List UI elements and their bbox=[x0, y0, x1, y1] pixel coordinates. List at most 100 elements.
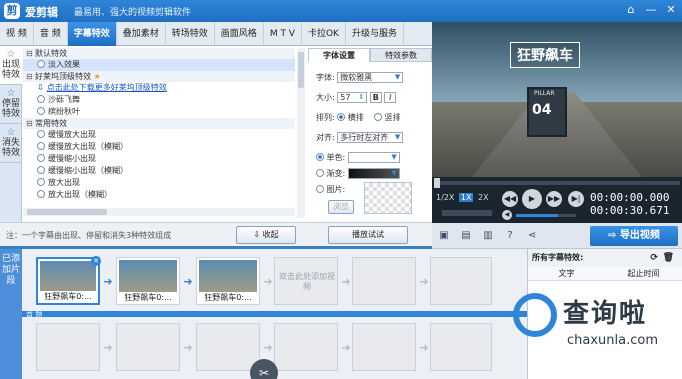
vertical-radio[interactable] bbox=[373, 113, 382, 121]
sign-label: PILLAR bbox=[534, 90, 555, 97]
star-icon: ★ bbox=[93, 72, 101, 81]
volume-fill bbox=[516, 214, 558, 217]
effects-hscrollbar[interactable] bbox=[23, 208, 295, 216]
list-item[interactable]: 缓慢缩小出现 bbox=[23, 153, 295, 165]
video-preview[interactable]: PILLAR 04 狂野飙车 bbox=[432, 22, 682, 177]
group-common[interactable]: ⊟ 常用特效 bbox=[23, 118, 295, 129]
list-item[interactable]: 放大出现 bbox=[23, 177, 295, 189]
empty-slot[interactable] bbox=[36, 323, 100, 371]
horizontal-radio[interactable] bbox=[337, 113, 346, 121]
minimize-icon[interactable]: — bbox=[642, 2, 660, 18]
chevron-down-icon: ▼ bbox=[391, 169, 397, 177]
close-icon[interactable]: ✕ bbox=[662, 2, 680, 18]
speed-normal[interactable]: 1X bbox=[458, 193, 474, 202]
folder-icon[interactable]: ▤ bbox=[460, 230, 472, 242]
rewind-button[interactable]: ◀◀ bbox=[502, 191, 518, 207]
image-radio[interactable] bbox=[316, 185, 324, 193]
audio-track[interactable] bbox=[22, 311, 527, 317]
scrollbar-thumb[interactable] bbox=[27, 209, 107, 215]
browse-button[interactable]: 浏览 bbox=[328, 200, 354, 214]
align-select[interactable]: 多行时左对齐 ▼ bbox=[337, 132, 404, 143]
font-select[interactable]: 微软雅黑 ▼ bbox=[337, 72, 404, 83]
tab-audio[interactable]: 音 频 bbox=[34, 22, 68, 46]
volume-slider[interactable] bbox=[516, 214, 576, 217]
vertical-label: 竖排 bbox=[384, 113, 401, 122]
effects-vscrollbar[interactable] bbox=[297, 48, 305, 218]
snapshot-icon[interactable]: ▣ bbox=[438, 230, 450, 242]
tab-overlay[interactable]: 叠加素材 bbox=[117, 22, 166, 46]
speed-double[interactable]: 2X bbox=[476, 193, 491, 202]
list-item[interactable]: 缓慢缩小出现（模糊） bbox=[23, 165, 295, 177]
export-video-button[interactable]: ⇨ 导出视频 bbox=[590, 226, 678, 246]
play-button[interactable]: ▶ bbox=[522, 189, 542, 209]
tab-font-settings[interactable]: 字体设置 bbox=[308, 48, 370, 62]
empty-slot[interactable] bbox=[352, 257, 416, 305]
speed-half[interactable]: 1/2X bbox=[434, 193, 456, 202]
frame-slider[interactable] bbox=[442, 210, 492, 216]
next-arrow-icon: ➜ bbox=[183, 275, 193, 288]
tab-upgrade[interactable]: 升级与服务 bbox=[346, 22, 404, 46]
tab-style[interactable]: 画面风格 bbox=[215, 22, 264, 46]
tab-video[interactable]: 视 频 bbox=[0, 22, 34, 46]
home-icon[interactable]: ⌂ bbox=[622, 2, 640, 18]
clip-slot[interactable]: 狂野飙车0:... bbox=[116, 257, 180, 305]
empty-slot[interactable]: 双击此处添加视频 bbox=[274, 257, 338, 305]
share-icon[interactable]: ⋖ bbox=[526, 230, 538, 242]
scrollbar-thumb[interactable] bbox=[298, 52, 304, 88]
forward-button[interactable]: ▶▶ bbox=[546, 191, 562, 207]
tab-disappear[interactable]: ☆ 消失特效 bbox=[0, 124, 22, 163]
clip-slot[interactable]: 狂野飙车0:... ✕ bbox=[36, 256, 101, 305]
align-label: 对齐: bbox=[316, 133, 335, 142]
tab-mtv[interactable]: M T V bbox=[264, 22, 302, 46]
preview-button[interactable]: 播放试试 bbox=[328, 226, 408, 244]
solid-color-radio[interactable] bbox=[316, 153, 324, 161]
solid-color-row: 单色: ▼ bbox=[316, 152, 400, 163]
list-item[interactable]: 缓慢放大出现（模糊） bbox=[23, 141, 295, 153]
help-icon[interactable]: ? bbox=[504, 230, 516, 242]
group-default[interactable]: ⊟ 默认特效 bbox=[23, 48, 295, 59]
effect-name: 沙砾飞舞 bbox=[48, 95, 80, 104]
list-item[interactable]: 淡入效果 bbox=[23, 59, 295, 71]
bold-button[interactable]: B bbox=[369, 92, 382, 103]
refresh-icon[interactable]: ⟳ bbox=[650, 249, 658, 267]
tab-effect-params[interactable]: 特效参数 bbox=[370, 48, 432, 62]
tab-appear[interactable]: ☆ 出现特效 bbox=[0, 46, 22, 85]
column-text: 文字 bbox=[558, 269, 575, 278]
trash-icon[interactable]: 🗑 bbox=[663, 249, 674, 267]
empty-slot[interactable] bbox=[116, 323, 180, 371]
empty-slot[interactable] bbox=[352, 323, 416, 371]
clip-thumbnail bbox=[119, 260, 177, 292]
volume-icon[interactable]: ◀ bbox=[502, 210, 512, 220]
size-stepper[interactable]: 57 ⇕ bbox=[337, 92, 368, 103]
list-item[interactable]: 放大出现（模糊） bbox=[23, 189, 295, 201]
empty-slot[interactable] bbox=[430, 257, 492, 305]
scissors-icon[interactable]: ✂ bbox=[250, 359, 278, 379]
group-hollywood[interactable]: ⊟ 好莱坞顶级特效 ★ bbox=[23, 71, 295, 82]
empty-slot[interactable] bbox=[430, 323, 492, 371]
player-controls: 1/2X 1X 2X ◀◀ ▶ ▶▶ ▶| ◀ 00:00:00.000 00:… bbox=[432, 177, 682, 223]
tab-karaoke[interactable]: 卡拉OK bbox=[302, 22, 346, 46]
tab-subtitle-effects[interactable]: 字幕特效 bbox=[67, 22, 117, 46]
list-item[interactable]: 沙砾飞舞 bbox=[23, 94, 295, 106]
italic-button[interactable]: I bbox=[384, 92, 397, 103]
seek-bar[interactable] bbox=[434, 178, 680, 188]
list-item[interactable]: 缤纷秋叶 bbox=[23, 106, 295, 118]
gradient-select[interactable]: ▼ bbox=[347, 168, 400, 179]
list-item[interactable]: 缓慢放大出现 bbox=[23, 129, 295, 141]
solid-color-select[interactable]: ▼ bbox=[347, 152, 400, 163]
save-icon[interactable]: ▥ bbox=[482, 230, 494, 242]
next-arrow-icon: ➜ bbox=[263, 275, 273, 288]
clip-slot[interactable]: 狂野飙车0:... bbox=[196, 257, 260, 305]
remove-clip-icon[interactable]: ✕ bbox=[91, 256, 101, 266]
tab-stay[interactable]: ☆ 停留特效 bbox=[0, 85, 22, 124]
empty-slot[interactable] bbox=[274, 323, 338, 371]
subtitle-caption[interactable]: 狂野飙车 bbox=[510, 42, 580, 68]
tab-transitions[interactable]: 转场特效 bbox=[166, 22, 215, 46]
download-more-link[interactable]: ⇩ 点击此处下载更多好莱坞顶级特效 bbox=[23, 82, 295, 94]
collapse-button[interactable]: ⇩ 收起 bbox=[236, 226, 296, 244]
gradient-radio[interactable] bbox=[316, 169, 324, 177]
seek-thumb[interactable] bbox=[434, 178, 440, 188]
group-title: 常用特效 bbox=[35, 119, 67, 128]
empty-slot[interactable] bbox=[196, 323, 260, 371]
next-button[interactable]: ▶| bbox=[568, 191, 584, 207]
